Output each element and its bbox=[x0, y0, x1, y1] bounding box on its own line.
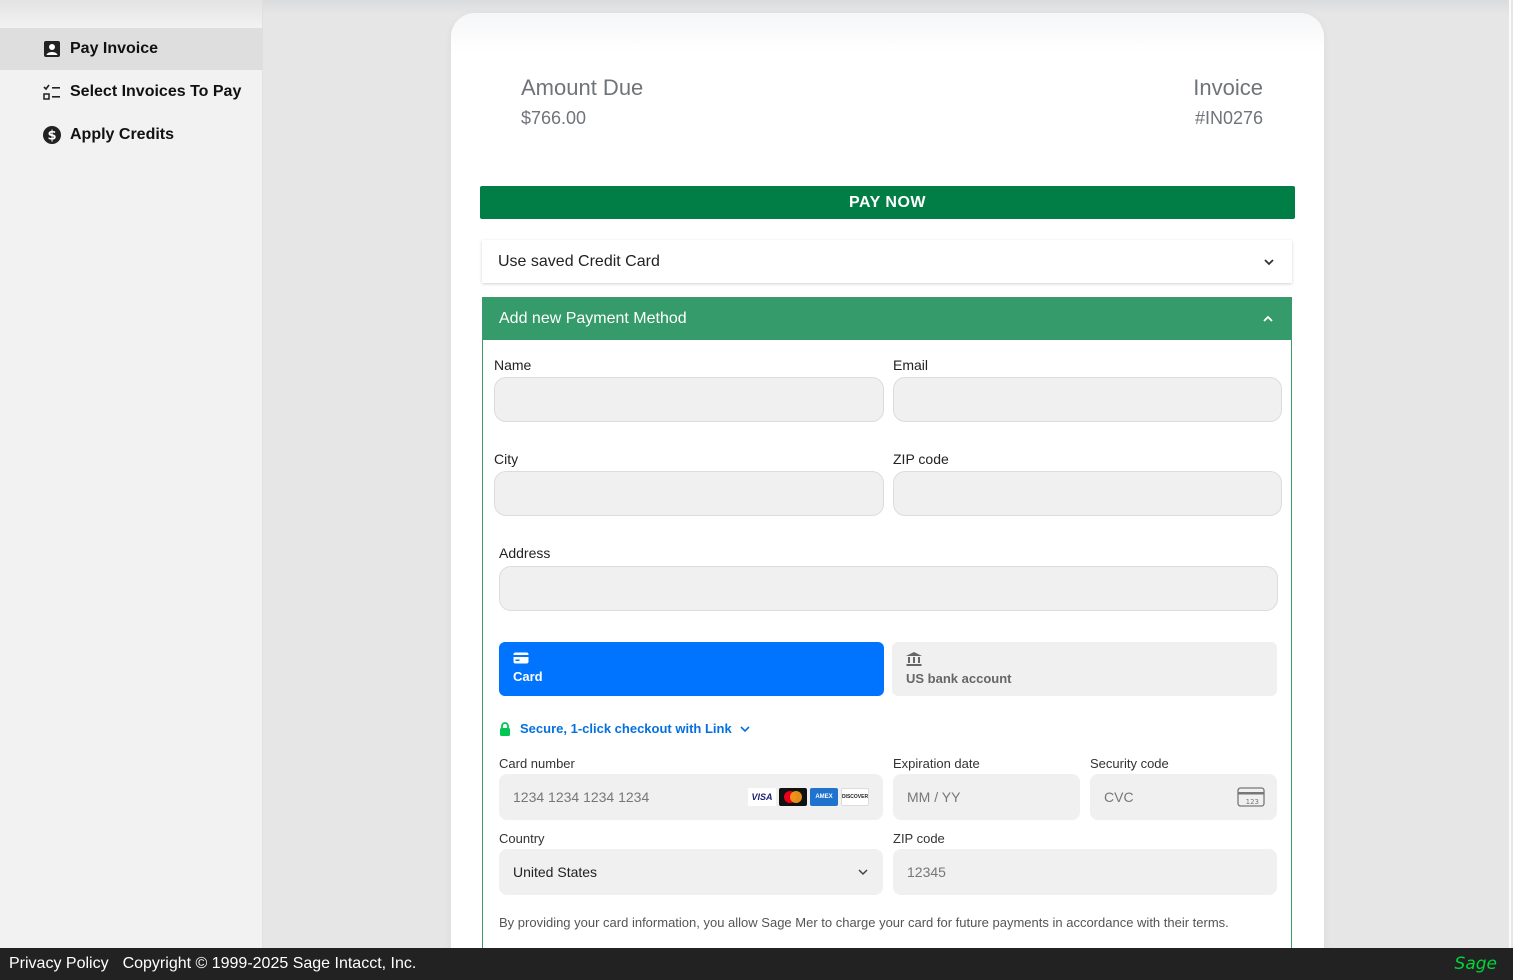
pay-now-button[interactable]: PAY NOW bbox=[480, 186, 1295, 219]
cvc-label: Security code bbox=[1090, 756, 1169, 771]
card-zip-label: ZIP code bbox=[893, 831, 945, 846]
name-label: Name bbox=[494, 357, 532, 373]
chevron-up-icon bbox=[1263, 315, 1273, 322]
amount-due-label: Amount Due bbox=[521, 75, 644, 100]
tab-card-label: Card bbox=[513, 669, 543, 684]
invoice-number: #IN0276 bbox=[1194, 108, 1263, 128]
address-field[interactable] bbox=[499, 566, 1278, 611]
card-number-input[interactable]: 1234 1234 1234 1234 VISA AMEX DISCOVER bbox=[499, 774, 883, 820]
link-checkout-text: Secure, 1-click checkout with Link bbox=[520, 721, 732, 736]
country-label: Country bbox=[499, 831, 545, 846]
expiry-label: Expiration date bbox=[893, 756, 980, 771]
dollar-circle-icon: $ bbox=[42, 125, 62, 145]
visa-icon: VISA bbox=[748, 788, 776, 806]
lock-icon bbox=[500, 721, 510, 736]
address-label: Address bbox=[499, 545, 551, 561]
chevron-down-icon bbox=[1264, 258, 1274, 265]
new-payment-method-title: Add new Payment Method bbox=[499, 310, 687, 327]
tab-us-bank-label: US bank account bbox=[906, 671, 1012, 686]
checklist-icon bbox=[42, 82, 62, 102]
svg-text:$: $ bbox=[47, 129, 56, 144]
card-zip-input[interactable]: 12345 bbox=[893, 849, 1277, 895]
city-field[interactable] bbox=[494, 471, 884, 516]
sidebar-item-label: Apply Credits bbox=[70, 126, 175, 143]
email-field[interactable] bbox=[893, 377, 1282, 422]
saved-card-accordion[interactable]: Use saved Credit Card bbox=[482, 240, 1292, 283]
sidebar-item-select-invoices[interactable]: Select Invoices To Pay bbox=[0, 71, 262, 113]
invoice-label: Invoice bbox=[1193, 75, 1263, 100]
sidebar-item-apply-credits[interactable]: $ Apply Credits bbox=[0, 114, 262, 156]
zip-field[interactable] bbox=[893, 471, 1282, 516]
sidebar-item-label: Pay Invoice bbox=[70, 40, 159, 57]
contact-card-icon bbox=[42, 39, 62, 59]
country-select[interactable]: United States bbox=[499, 849, 883, 895]
copyright-text: Copyright © 1999-2025 Sage Intacct, Inc. bbox=[122, 955, 417, 972]
svg-text:123: 123 bbox=[1246, 798, 1259, 806]
cvc-input[interactable]: CVC 123 bbox=[1090, 774, 1277, 820]
cvc-card-icon: 123 bbox=[1237, 787, 1265, 807]
card-number-placeholder: 1234 1234 1234 1234 bbox=[513, 789, 650, 805]
chevron-down-icon bbox=[740, 725, 750, 732]
expiry-input[interactable]: MM / YY bbox=[893, 774, 1080, 820]
tab-card[interactable]: Card bbox=[499, 642, 884, 696]
amex-icon: AMEX bbox=[810, 788, 838, 806]
new-payment-method-accordion: Add new Payment Method Name Email City Z… bbox=[482, 297, 1292, 977]
amount-due-value: $766.00 bbox=[521, 108, 587, 128]
sidebar-item-pay-invoice[interactable]: Pay Invoice bbox=[0, 28, 262, 70]
privacy-policy-link[interactable]: Privacy Policy bbox=[9, 955, 109, 973]
discover-icon: DISCOVER bbox=[841, 788, 869, 806]
sidebar: Pay Invoice Select Invoices To Pay $ App… bbox=[0, 0, 263, 948]
new-payment-method-header[interactable]: Add new Payment Method bbox=[483, 298, 1291, 340]
bank-icon bbox=[906, 652, 922, 666]
credit-card-icon bbox=[513, 652, 529, 664]
card-disclaimer: By providing your card information, you … bbox=[499, 915, 1229, 930]
footer: Privacy Policy Copyright © 1999-2025 Sag… bbox=[0, 948, 1513, 980]
main-area: Amount Due $766.00 Invoice #IN0276 PAY N… bbox=[263, 0, 1511, 977]
country-value: United States bbox=[513, 864, 598, 880]
card-number-label: Card number bbox=[499, 756, 575, 771]
cvc-placeholder: CVC bbox=[1104, 789, 1134, 805]
payment-panel: Amount Due $766.00 Invoice #IN0276 PAY N… bbox=[451, 13, 1324, 977]
email-label: Email bbox=[893, 357, 929, 373]
saved-card-label: Use saved Credit Card bbox=[498, 252, 660, 270]
mastercard-icon bbox=[779, 788, 807, 806]
link-checkout[interactable]: Secure, 1-click checkout with Link bbox=[499, 721, 751, 736]
sidebar-item-label: Select Invoices To Pay bbox=[70, 83, 242, 100]
expiry-placeholder: MM / YY bbox=[907, 789, 961, 805]
zip-label: ZIP code bbox=[893, 451, 949, 467]
card-brand-logos: VISA AMEX DISCOVER bbox=[748, 788, 869, 806]
card-zip-placeholder: 12345 bbox=[907, 864, 946, 880]
city-label: City bbox=[494, 451, 519, 467]
tab-us-bank-account[interactable]: US bank account bbox=[892, 642, 1277, 696]
name-field[interactable] bbox=[494, 377, 884, 422]
chevron-down-icon bbox=[858, 869, 868, 876]
sage-logo: Sage bbox=[1454, 954, 1497, 974]
